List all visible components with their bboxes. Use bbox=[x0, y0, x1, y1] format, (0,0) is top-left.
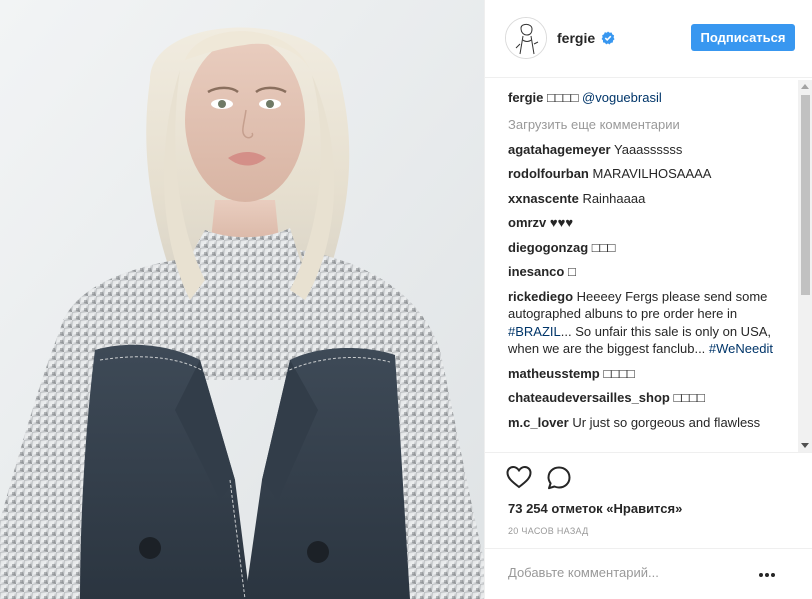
list-item: inesanco □ bbox=[508, 263, 793, 281]
caption-text: □□□□ bbox=[543, 90, 583, 105]
list-item: xxnascente Rainhaaaa bbox=[508, 190, 793, 208]
list-item: omrzv ♥♥♥ bbox=[508, 214, 793, 232]
comment-username[interactable]: inesanco bbox=[508, 264, 564, 279]
load-more-comments[interactable]: Загрузить еще комментарии bbox=[508, 116, 801, 133]
comment-text: □□□□ bbox=[669, 390, 705, 405]
comment-text: □□□ bbox=[588, 239, 616, 255]
more-options-icon[interactable] bbox=[759, 573, 779, 579]
comment-text: □ bbox=[564, 264, 576, 279]
add-comment-input[interactable]: Добавьте комментарий... bbox=[508, 565, 659, 580]
comments-scrollbar[interactable] bbox=[798, 80, 812, 452]
comment-username[interactable]: matheusstemp bbox=[508, 366, 600, 381]
list-item: chateaudeversailles_shop □□□□ bbox=[508, 389, 793, 407]
caption-mention[interactable]: @voguebrasil bbox=[582, 90, 662, 105]
comment-text: ♥♥♥ bbox=[546, 215, 574, 230]
list-item: matheusstemp □□□□ bbox=[508, 365, 793, 383]
comment-bubble-icon[interactable] bbox=[546, 465, 572, 491]
add-comment-bar: Добавьте комментарий... bbox=[485, 548, 812, 599]
comment-text: Yaaassssss bbox=[610, 141, 683, 157]
post-header: fergie Подписаться bbox=[485, 0, 812, 78]
hashtag-link[interactable]: #BRAZIL bbox=[508, 324, 561, 339]
heart-icon[interactable] bbox=[506, 465, 532, 489]
comment-username[interactable]: xxnascente bbox=[508, 191, 579, 206]
post-author-username[interactable]: fergie bbox=[557, 30, 595, 46]
scroll-up-arrow-icon[interactable] bbox=[801, 84, 809, 89]
post-photo[interactable] bbox=[0, 0, 484, 599]
likes-count[interactable]: 73 254 отметок «Нравится» bbox=[508, 501, 682, 516]
dot bbox=[765, 573, 769, 577]
hashtag-link[interactable]: #WeNeedit bbox=[709, 341, 773, 356]
comment-text: MARAVILHOSAAAA bbox=[588, 166, 712, 181]
dot bbox=[759, 573, 763, 577]
comment-username[interactable]: rodolfourban bbox=[508, 166, 589, 181]
scroll-down-arrow-icon[interactable] bbox=[801, 443, 809, 448]
caption: fergie □□□□ @voguebrasil bbox=[508, 89, 793, 107]
comment-username[interactable]: chateaudeversailles_shop bbox=[508, 390, 670, 405]
comment-text: Ur just so gorgeous and flawless bbox=[568, 414, 761, 430]
post-actions: 73 254 отметок «Нравится» 20 ЧАСОВ НАЗАД bbox=[485, 452, 812, 548]
comment-username[interactable]: omrzv bbox=[508, 215, 546, 230]
comment-username[interactable]: diegogonzag bbox=[508, 240, 588, 255]
list-item: m.c_lover Ur just so gorgeous and flawle… bbox=[508, 414, 793, 432]
follow-button[interactable]: Подписаться bbox=[691, 24, 795, 51]
photo-illustration bbox=[0, 0, 484, 599]
list-item: rickediego Heeeey Fergs please send some… bbox=[508, 288, 793, 358]
comment-username[interactable]: m.c_lover bbox=[508, 415, 569, 430]
comment-text: □□□□ bbox=[599, 365, 635, 381]
comment-text: Rainhaaaa bbox=[578, 190, 646, 206]
avatar[interactable] bbox=[505, 17, 547, 59]
verified-badge-icon bbox=[601, 31, 615, 45]
dot bbox=[771, 573, 775, 577]
caption-username[interactable]: fergie bbox=[508, 90, 543, 105]
post-container: fergie Подписаться fergie □□□□ @voguebra… bbox=[0, 0, 812, 599]
comment-username[interactable]: rickediego bbox=[508, 289, 573, 304]
post-sidebar: fergie Подписаться fergie □□□□ @voguebra… bbox=[484, 0, 812, 599]
list-item: agatahagemeyer Yaaassssss bbox=[508, 141, 793, 159]
comment-username[interactable]: agatahagemeyer bbox=[508, 142, 611, 157]
list-item: diegogonzag □□□ bbox=[508, 239, 793, 257]
list-item: rodolfourban MARAVILHOSAAAA bbox=[508, 165, 793, 183]
comments-list: fergie □□□□ @voguebrasil Загрузить еще к… bbox=[485, 79, 801, 449]
scrollbar-thumb[interactable] bbox=[801, 95, 810, 295]
post-timestamp[interactable]: 20 ЧАСОВ НАЗАД bbox=[508, 526, 589, 536]
